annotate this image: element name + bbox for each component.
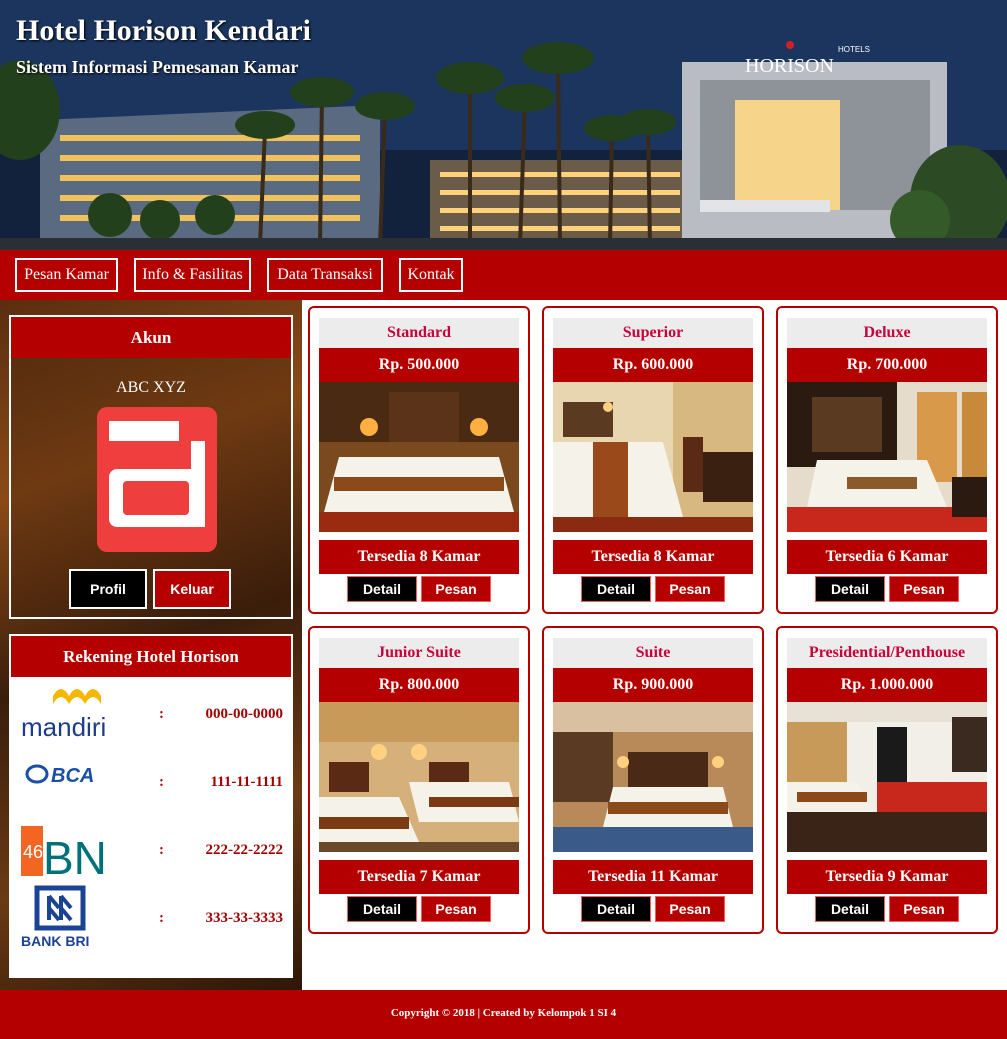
bank-account-title: Rekening Hotel Horison bbox=[11, 636, 291, 677]
bni-logo-icon: 46 BNI bbox=[21, 826, 109, 882]
detail-button[interactable]: Detail bbox=[815, 896, 885, 922]
bank-row-bca: BCA : 111-11-1111 bbox=[11, 748, 291, 816]
bri-account-number: 333-33-3333 bbox=[205, 910, 284, 926]
book-button[interactable]: Pesan bbox=[889, 896, 959, 922]
book-button[interactable]: Pesan bbox=[889, 576, 959, 602]
bank-row-mandiri: mandiri : 000-00-0000 bbox=[11, 680, 291, 748]
book-button[interactable]: Pesan bbox=[421, 576, 491, 602]
building-sign: HORISON bbox=[745, 55, 834, 77]
bank-separator: : bbox=[159, 706, 164, 722]
account-title: Akun bbox=[11, 317, 291, 358]
svg-text:BANK BRI: BANK BRI bbox=[21, 933, 89, 949]
room-photo bbox=[319, 382, 519, 532]
book-button[interactable]: Pesan bbox=[655, 576, 725, 602]
svg-text:46: 46 bbox=[23, 842, 43, 862]
detail-button[interactable]: Detail bbox=[581, 576, 651, 602]
bank-account-panel: Rekening Hotel Horison mandiri : 000-00-… bbox=[9, 634, 293, 978]
room-availability: Tersedia 9 Kamar bbox=[787, 860, 987, 894]
main-nav: Pesan Kamar Info & Fasilitas Data Transa… bbox=[0, 250, 1007, 300]
bca-logo-icon: BCA bbox=[25, 764, 94, 787]
bank-separator: : bbox=[159, 910, 164, 926]
mandiri-account-number: 000-00-0000 bbox=[205, 706, 284, 722]
room-availability: Tersedia 11 Kamar bbox=[553, 860, 753, 894]
room-card-superior: Superior Rp. 600.000 Tersedia 8 Kamar De… bbox=[542, 306, 764, 614]
room-name: Presidential/Penthouse bbox=[787, 638, 987, 668]
copyright-text: Copyright © 2018 | Created by Kelompok 1… bbox=[390, 1007, 617, 1019]
detail-button[interactable]: Detail bbox=[581, 896, 651, 922]
room-price: Rp. 700.000 bbox=[787, 348, 987, 382]
room-photo bbox=[319, 702, 519, 852]
nav-data-transaksi[interactable]: Data Transaksi bbox=[267, 258, 383, 292]
account-panel: Akun ABC XYZ a Profil Keluar bbox=[9, 315, 293, 619]
nav-pesan-kamar[interactable]: Pesan Kamar bbox=[15, 258, 118, 292]
header-banner: HORISON HOTELS Hotel Horison Kendari Sis… bbox=[0, 0, 1007, 250]
room-photo bbox=[553, 702, 753, 852]
bri-logo-icon: BANK BRI bbox=[21, 885, 89, 949]
footer: Copyright © 2018 | Created by Kelompok 1… bbox=[0, 990, 1007, 1039]
detail-button[interactable]: Detail bbox=[347, 896, 417, 922]
room-price: Rp. 500.000 bbox=[319, 348, 519, 382]
sidebar: Akun ABC XYZ a Profil Keluar Rekening Ho… bbox=[0, 300, 302, 990]
room-photo bbox=[787, 382, 987, 532]
room-price: Rp. 600.000 bbox=[553, 348, 753, 382]
room-price: Rp. 800.000 bbox=[319, 668, 519, 702]
room-photo bbox=[553, 382, 753, 532]
room-availability: Tersedia 8 Kamar bbox=[319, 540, 519, 574]
room-price: Rp. 1.000.000 bbox=[787, 668, 987, 702]
avatar: a bbox=[87, 399, 217, 552]
room-photo bbox=[787, 702, 987, 852]
room-card-standard: Standard Rp. 500.000 Tersedia 8 Kamar De… bbox=[308, 306, 530, 614]
svg-text:BCA: BCA bbox=[51, 765, 94, 787]
bca-account-number: 111-11-1111 bbox=[210, 774, 283, 790]
mandiri-logo-icon: mandiri bbox=[21, 689, 106, 742]
site-title: Hotel Horison Kendari bbox=[16, 14, 311, 47]
detail-button[interactable]: Detail bbox=[815, 576, 885, 602]
room-name: Deluxe bbox=[787, 318, 987, 348]
room-price: Rp. 900.000 bbox=[553, 668, 753, 702]
room-availability: Tersedia 8 Kamar bbox=[553, 540, 753, 574]
room-availability: Tersedia 6 Kamar bbox=[787, 540, 987, 574]
profile-button[interactable]: Profil bbox=[69, 569, 147, 609]
building-sign-small: HOTELS bbox=[838, 45, 870, 54]
site-subtitle: Sistem Informasi Pemesanan Kamar bbox=[16, 57, 299, 77]
book-button[interactable]: Pesan bbox=[421, 896, 491, 922]
svg-text:BNI: BNI bbox=[43, 832, 109, 882]
book-button[interactable]: Pesan bbox=[655, 896, 725, 922]
room-name: Standard bbox=[319, 318, 519, 348]
room-card-junior-suite: Junior Suite Rp. 800.000 Tersedia 7 Kama… bbox=[308, 626, 530, 934]
room-availability: Tersedia 7 Kamar bbox=[319, 860, 519, 894]
bank-row-bni: 46 BNI : 222-22-2222 bbox=[11, 816, 291, 884]
bni-account-number: 222-22-2222 bbox=[205, 842, 284, 858]
room-name: Junior Suite bbox=[319, 638, 519, 668]
logout-button[interactable]: Keluar bbox=[153, 569, 231, 609]
nav-info-fasilitas[interactable]: Info & Fasilitas bbox=[134, 258, 251, 292]
detail-button[interactable]: Detail bbox=[347, 576, 417, 602]
room-card-deluxe: Deluxe Rp. 700.000 Tersedia 6 Kamar Deta… bbox=[776, 306, 998, 614]
user-name: ABC XYZ bbox=[116, 379, 186, 396]
bank-separator: : bbox=[159, 842, 164, 858]
room-name: Superior bbox=[553, 318, 753, 348]
room-name: Suite bbox=[553, 638, 753, 668]
room-card-suite: Suite Rp. 900.000 Tersedia 11 Kamar Deta… bbox=[542, 626, 764, 934]
nav-kontak[interactable]: Kontak bbox=[399, 258, 463, 292]
avatar-letter: a bbox=[87, 399, 88, 400]
room-card-presidential: Presidential/Penthouse Rp. 1.000.000 Ter… bbox=[776, 626, 998, 934]
bank-separator: : bbox=[159, 774, 164, 790]
svg-text:mandiri: mandiri bbox=[21, 712, 106, 742]
bank-row-bri: BANK BRI : 333-33-3333 bbox=[11, 884, 291, 952]
